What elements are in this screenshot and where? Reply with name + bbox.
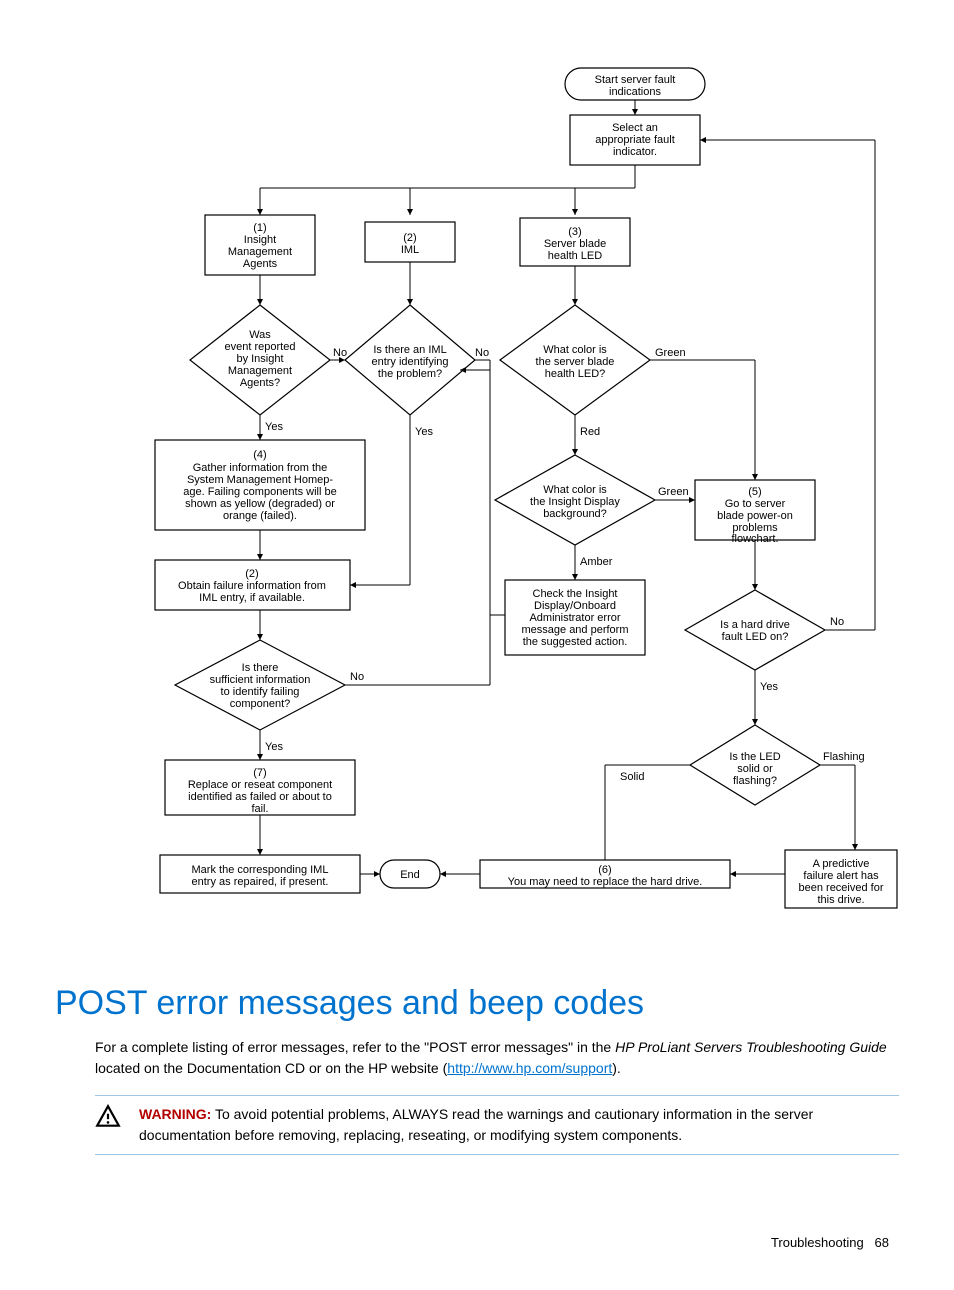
label-yes-2: Yes bbox=[415, 426, 433, 438]
page-footer: Troubleshooting 68 bbox=[55, 1235, 899, 1250]
label-green-2: Green bbox=[658, 486, 689, 498]
label-green-1: Green bbox=[655, 347, 686, 359]
label-solid: Solid bbox=[620, 771, 644, 783]
label-yes-4: Yes bbox=[265, 741, 283, 753]
warning-icon bbox=[95, 1104, 121, 1130]
page-heading: POST error messages and beep codes bbox=[55, 984, 899, 1023]
label-flashing: Flashing bbox=[823, 751, 865, 763]
warning-callout: WARNING: To avoid potential problems, AL… bbox=[95, 1095, 899, 1155]
label-amber: Amber bbox=[580, 556, 613, 568]
support-link[interactable]: http://www.hp.com/support bbox=[447, 1060, 612, 1076]
label-no-1: No bbox=[333, 347, 347, 359]
decision-hd-led: Is a hard drivefault LED on? bbox=[720, 619, 790, 643]
flowchart-diagram: Start server faultindications Select ana… bbox=[55, 60, 899, 960]
label-yes-1: Yes bbox=[265, 421, 283, 433]
label-no-2: No bbox=[475, 347, 489, 359]
label-yes-3: Yes bbox=[760, 681, 778, 693]
label-no-4: No bbox=[350, 671, 364, 683]
node-2: (2)IML bbox=[401, 232, 419, 256]
node-mark: Mark the corresponding IMLentry as repai… bbox=[192, 864, 329, 888]
warning-body: To avoid potential problems, ALWAYS read… bbox=[139, 1106, 813, 1143]
node-end: End bbox=[400, 869, 420, 881]
body-paragraph: For a complete listing of error messages… bbox=[95, 1037, 889, 1079]
label-red: Red bbox=[580, 426, 600, 438]
warning-label: WARNING: bbox=[139, 1106, 211, 1122]
decision-iml: Is there an IMLentry identifyingthe prob… bbox=[371, 344, 448, 380]
decision-color: What color isthe server bladehealth LED? bbox=[536, 344, 615, 380]
label-no-3: No bbox=[830, 616, 844, 628]
node-check: Check the InsightDisplay/OnboardAdminist… bbox=[522, 588, 629, 648]
